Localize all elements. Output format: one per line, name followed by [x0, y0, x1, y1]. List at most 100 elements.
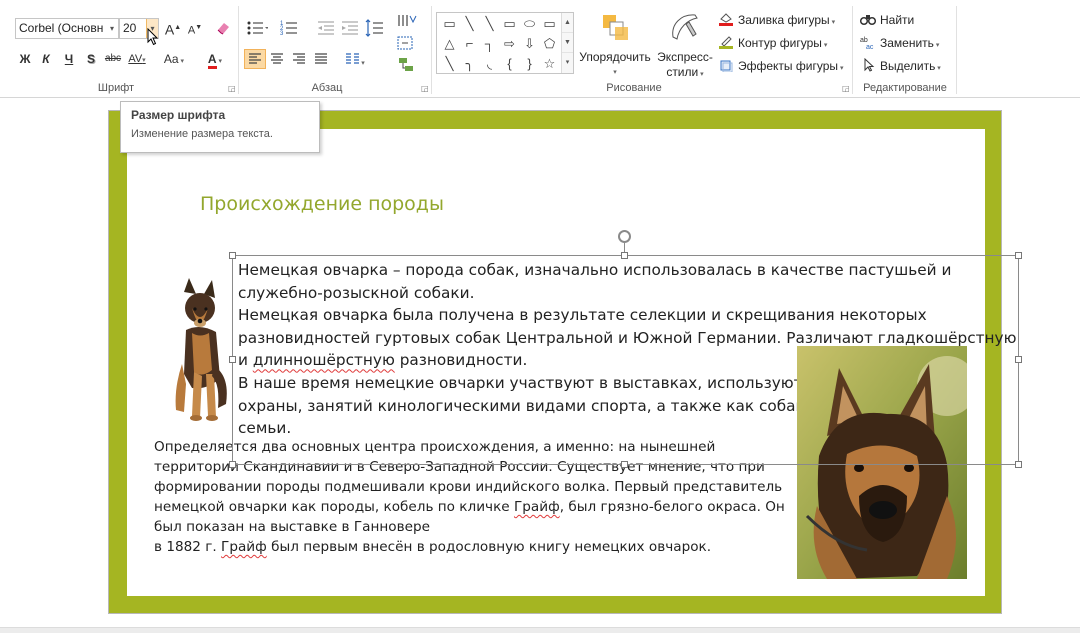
resize-handle[interactable]: [1015, 252, 1022, 259]
select-label: Выделить: [880, 59, 936, 73]
origin-text-box[interactable]: Определяется два основных центра происхо…: [154, 437, 794, 557]
italic-button[interactable]: К: [35, 49, 57, 69]
dog-photo-image[interactable]: [797, 346, 967, 579]
font-color-button[interactable]: A ▾: [200, 49, 230, 69]
origin-line: формировании породы подмешивали крови ин…: [154, 479, 783, 495]
font-dialog-launcher-icon[interactable]: ◲: [228, 85, 236, 93]
chevron-down-icon[interactable]: ▼: [562, 33, 573, 53]
numbering-icon[interactable]: 123: [280, 18, 304, 38]
text-direction-icon[interactable]: [396, 12, 420, 30]
clear-formatting-button[interactable]: [212, 18, 234, 38]
font-name-dropdown-icon[interactable]: ▾: [106, 19, 118, 38]
shape-effects-icon: [718, 58, 734, 73]
resize-handle[interactable]: [1015, 356, 1022, 363]
resize-handle[interactable]: [1015, 461, 1022, 468]
replace-button[interactable]: ab ac Заменить ▾: [860, 33, 939, 53]
origin-text-run: немецкой овчарки как породы, кобель по к…: [154, 499, 514, 515]
shape-effects-button[interactable]: Эффекты фигуры ▾: [718, 56, 843, 76]
underline-button[interactable]: Ч: [58, 49, 80, 69]
editing-group-label: Редактирование: [863, 82, 947, 94]
arrange-button[interactable]: Упорядочить ▾: [576, 12, 654, 80]
align-right-button[interactable]: [288, 49, 310, 69]
shape-option-icon[interactable]: ▭: [540, 15, 559, 32]
eraser-icon: [217, 23, 229, 35]
shape-option-icon[interactable]: ☆: [540, 55, 559, 72]
resize-handle[interactable]: [621, 461, 628, 468]
change-case-button[interactable]: Aa ▾: [160, 49, 188, 69]
resize-handle[interactable]: [621, 252, 628, 259]
shadow-button[interactable]: S: [80, 49, 102, 69]
group-divider: [956, 6, 957, 94]
more-shapes-icon[interactable]: ▾: [562, 53, 573, 73]
shape-option-icon[interactable]: ⬭: [520, 15, 539, 32]
horizontal-scrollbar[interactable]: [0, 627, 1080, 633]
paragraph-dialog-launcher-icon[interactable]: ◲: [421, 85, 429, 93]
slide-title[interactable]: Происхождение породы: [200, 193, 444, 215]
smartart-icon[interactable]: [396, 56, 420, 74]
shape-option-icon[interactable]: △: [440, 35, 459, 52]
shape-outline-button[interactable]: Контур фигуры ▾: [718, 33, 827, 53]
body-text-run: разновидности.: [394, 351, 528, 370]
shape-option-icon[interactable]: }: [520, 55, 539, 72]
origin-text-run: в 1882 г.: [154, 539, 222, 555]
bullets-icon[interactable]: [246, 18, 268, 38]
font-size-value: 20: [123, 21, 137, 35]
shape-option-icon[interactable]: {: [500, 55, 519, 72]
shape-option-icon[interactable]: ╮: [460, 55, 479, 72]
quick-styles-label-1: Экспресс-: [657, 50, 713, 64]
shape-option-icon[interactable]: ◟: [480, 55, 499, 72]
misspelled-word[interactable]: Грайф: [514, 499, 560, 515]
origin-line: территории Скандинавии и в Северо-Западн…: [154, 459, 765, 475]
character-spacing-button[interactable]: AV▾: [126, 49, 148, 69]
chevron-up-icon[interactable]: ▲: [562, 13, 573, 33]
shape-option-icon[interactable]: ╲: [460, 15, 479, 32]
shape-option-icon[interactable]: ┐: [480, 35, 499, 52]
select-button[interactable]: Выделить ▾: [860, 56, 941, 76]
resize-handle[interactable]: [229, 252, 236, 259]
line-spacing-icon[interactable]: [364, 18, 390, 38]
grow-font-button[interactable]: A▲: [162, 18, 184, 38]
quick-styles-button[interactable]: Экспресс- стили ▾: [652, 12, 718, 82]
grow-font-icon: A: [164, 21, 175, 38]
body-line: Немецкая овчарка – порода собак, изначал…: [238, 261, 952, 279]
shape-option-icon[interactable]: ⇨: [500, 35, 519, 52]
origin-line: в 1882 г. Грайф был первым внесён в родо…: [154, 537, 794, 557]
increase-indent-icon[interactable]: [340, 18, 360, 38]
align-center-button[interactable]: [266, 49, 288, 69]
find-button[interactable]: Найти: [859, 10, 915, 30]
shape-option-icon[interactable]: ⇩: [520, 35, 539, 52]
justify-button[interactable]: [310, 49, 332, 69]
puppy-image[interactable]: [162, 278, 234, 424]
columns-button[interactable]: ▾: [340, 49, 370, 69]
misspelled-word[interactable]: Грайф: [221, 539, 267, 555]
shape-option-icon[interactable]: ╲: [480, 15, 499, 32]
resize-handle[interactable]: [229, 461, 236, 468]
shape-fill-button[interactable]: Заливка фигуры ▾: [718, 10, 835, 30]
font-name-box[interactable]: Corbel (Основн ▾: [15, 18, 119, 39]
shape-option-icon[interactable]: ⬠: [540, 35, 559, 52]
drawing-dialog-launcher-icon[interactable]: ◲: [842, 85, 850, 93]
group-divider: [852, 6, 853, 94]
misspelled-word[interactable]: длинношёрстную: [253, 351, 395, 369]
find-label: Найти: [880, 13, 915, 27]
resize-handle[interactable]: [229, 356, 236, 363]
align-text-icon[interactable]: [396, 34, 420, 52]
pen-icon: [718, 35, 734, 49]
shape-option-icon[interactable]: ⌐: [460, 35, 479, 52]
origin-text-run: был первым внесён в родословную книгу не…: [266, 539, 712, 555]
shape-option-icon[interactable]: ╲: [440, 55, 459, 72]
rotate-handle-icon[interactable]: [618, 230, 631, 243]
shapes-gallery-scroll[interactable]: ▲ ▼ ▾: [561, 13, 573, 73]
align-right-icon: [293, 53, 305, 64]
shape-option-icon[interactable]: ▭: [500, 15, 519, 32]
shrink-font-button[interactable]: A▼: [184, 18, 206, 38]
bold-button[interactable]: Ж: [14, 49, 36, 69]
strikethrough-button[interactable]: abc: [102, 49, 124, 69]
shape-option-icon[interactable]: ▭: [440, 15, 459, 32]
quick-styles-label-2: стили: [666, 65, 699, 79]
quick-styles-icon: [672, 14, 698, 40]
font-name-value: Corbel (Основн: [19, 21, 104, 35]
align-left-button[interactable]: [244, 49, 266, 69]
decrease-indent-icon[interactable]: [316, 18, 336, 38]
shapes-gallery[interactable]: ▭ ╲ ╲ ▭ ⬭ ▭ △ ⌐ ┐ ⇨ ⇩ ⬠ ╲ ╮ ◟{} ☆ ▲ ▼ ▾: [436, 12, 574, 74]
